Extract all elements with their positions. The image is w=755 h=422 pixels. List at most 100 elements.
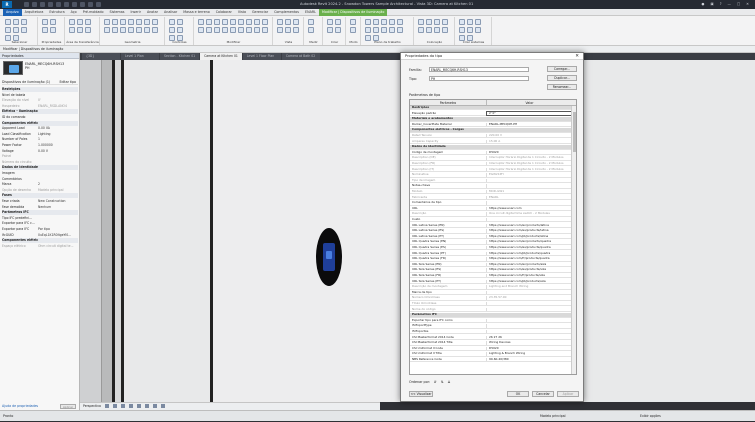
- parameter-row[interactable]: URL Siza Series (EN) https://www.enarl.co…: [410, 262, 572, 268]
- cart-icon[interactable]: ▣: [711, 2, 714, 6]
- property-section[interactable]: Elétrica - Iluminação: [2, 109, 78, 115]
- type-select[interactable]: PH: [429, 76, 529, 81]
- property-section[interactable]: Dados de identidade: [2, 165, 78, 171]
- tool-icon[interactable]: [293, 27, 299, 33]
- ribbon-tab[interactable]: Sistemas: [107, 9, 128, 16]
- property-row[interactable]: Número do circuito: [2, 160, 78, 165]
- ribbon-tab[interactable]: Estrutura: [46, 9, 67, 16]
- parameter-value[interactable]: https://www.enarl.com/en/products/siza: [487, 263, 572, 266]
- view-tab[interactable]: {3D}: [82, 53, 120, 60]
- parameter-row[interactable]: NBS Reference Code 90-60-20/380: [410, 358, 572, 363]
- tool-icon[interactable]: [277, 19, 283, 25]
- parameter-value[interactable]: One circuit digital time switch - 2 Modu…: [487, 212, 572, 215]
- parameter-group[interactable]: Dados de identidade: [410, 145, 572, 150]
- tool-icon[interactable]: [397, 19, 403, 25]
- parameter-row[interactable]: URL Latina Series (EN) https://www.enarl.…: [410, 223, 572, 229]
- open-icon[interactable]: [24, 2, 29, 7]
- tool-icon[interactable]: [13, 27, 19, 33]
- tool-icon[interactable]: [277, 27, 283, 33]
- property-value[interactable]: ENARL_RSDLANO4: [38, 104, 76, 109]
- parameter-value[interactable]: https://www.enarl.com/pt/products/latina: [487, 235, 572, 238]
- parameter-row[interactable]: URL Siza Series (ES) https://www.enarl.co…: [410, 268, 572, 273]
- properties-help-link[interactable]: Ajuda de propriedades: [2, 404, 38, 408]
- parameter-value[interactable]: Wiring Devices: [487, 341, 572, 344]
- parameter-value[interactable]: EGW21PH: [487, 173, 572, 176]
- property-value[interactable]: 0': [38, 98, 76, 103]
- tool-icon[interactable]: [254, 27, 260, 33]
- property-value[interactable]: [38, 87, 76, 92]
- tool-icon[interactable]: [335, 19, 341, 25]
- ribbon-tab[interactable]: Anotar: [144, 9, 161, 16]
- minimize-icon[interactable]: —: [728, 2, 731, 6]
- property-row[interactable]: Fase criada New Construction: [2, 199, 78, 204]
- parameter-row[interactable]: Descrição de montagem Lighting and Branch…: [410, 285, 572, 290]
- parameter-group[interactable]: Componentes elétricos - Cargas: [410, 128, 572, 133]
- parameter-value[interactable]: 15.00 A: [487, 140, 572, 143]
- rename-button[interactable]: Renomear...: [547, 84, 577, 90]
- parameter-row[interactable]: IfcExportAs: [410, 330, 572, 335]
- property-row[interactable]: Exportar para IFC Por tipo: [2, 227, 78, 232]
- property-row[interactable]: Nível de tabela: [2, 93, 78, 98]
- property-row[interactable]: Espaço elétrico Ohm circuit digital te...: [2, 244, 78, 249]
- save-icon[interactable]: [32, 2, 37, 7]
- parameter-row[interactable]: Nominative EGW21PH: [410, 173, 572, 178]
- ribbon-tab[interactable]: Gerenciar: [249, 9, 271, 16]
- tool-icon[interactable]: [104, 19, 110, 25]
- property-row[interactable]: Load Classification Lighting: [2, 132, 78, 137]
- section-icon[interactable]: [96, 2, 101, 7]
- undo-icon[interactable]: [40, 2, 45, 7]
- ribbon-tab[interactable]: Analisar: [161, 9, 180, 16]
- tool-icon[interactable]: [85, 19, 91, 25]
- property-value[interactable]: Ohm circuit digital te...: [38, 244, 76, 249]
- parameter-value[interactable]: Interruptor Horário Digital de 1 Circuit…: [487, 156, 572, 159]
- ribbon-tab[interactable]: Aço: [68, 9, 80, 16]
- property-row[interactable]: Number of Poles 1: [2, 137, 78, 142]
- parameter-value[interactable]: https://www.enarl.com/en/products/latina: [487, 224, 572, 227]
- parameter-row[interactable]: Fabricante ENARL: [410, 195, 572, 201]
- parameter-value[interactable]: 2' 0": [486, 110, 573, 117]
- tool-icon[interactable]: [152, 19, 158, 25]
- ok-button[interactable]: OK: [507, 391, 529, 397]
- parameter-row[interactable]: Código de montagem D5020: [410, 150, 572, 156]
- tool-icon[interactable]: [418, 27, 424, 33]
- property-value[interactable]: 1.000000: [38, 143, 76, 148]
- tool-icon[interactable]: [389, 27, 395, 33]
- tool-icon[interactable]: [69, 27, 75, 33]
- ribbon-tab[interactable]: ENARL: [302, 9, 319, 16]
- parameter-value[interactable]: [487, 201, 572, 204]
- tool-icon[interactable]: [285, 19, 291, 25]
- parameter-value[interactable]: Interruptor Horário Digital de 1 Circuit…: [487, 162, 572, 165]
- parameter-row[interactable]: URL https://www.enarl.com: [410, 206, 572, 212]
- tool-icon[interactable]: [475, 19, 481, 25]
- close-icon[interactable]: ✕: [575, 53, 579, 60]
- tool-icon[interactable]: [77, 27, 83, 33]
- tool-icon[interactable]: [206, 19, 212, 25]
- parameter-row[interactable]: Description (IT) Interruptor Horário Digi…: [410, 167, 572, 173]
- parameter-row[interactable]: URL Latina Series (ES) https://www.enarl.…: [410, 229, 572, 234]
- tool-icon[interactable]: [373, 27, 379, 33]
- parameter-row[interactable]: IfcExportType: [410, 324, 572, 329]
- property-row[interactable]: Power Factor 1.000000: [2, 143, 78, 148]
- parameter-row[interactable]: Description (FR) Interruptor Horário Digi…: [410, 162, 572, 167]
- tool-icon[interactable]: [206, 27, 212, 33]
- parameter-value[interactable]: https://www.enarl.com/es/products/quadra: [487, 246, 572, 249]
- property-row[interactable]: Tipo IFC predefini...: [2, 216, 78, 221]
- parameter-row[interactable]: Comentários de tipo: [410, 201, 572, 206]
- tool-icon[interactable]: [42, 27, 48, 33]
- parameter-row[interactable]: CSI Uniformat II Title Lighting & Branch …: [410, 352, 572, 357]
- close-icon[interactable]: ✕: [746, 2, 749, 6]
- tool-icon[interactable]: [120, 19, 126, 25]
- parameter-row[interactable]: Tipo de imagem: [410, 178, 572, 184]
- tool-icon[interactable]: [335, 27, 341, 33]
- property-value[interactable]: [38, 115, 76, 120]
- parameter-value[interactable]: 23.35.57.00: [487, 296, 572, 299]
- preview-button[interactable]: << Visualizar: [409, 391, 433, 397]
- property-value[interactable]: [38, 160, 76, 165]
- parameter-row[interactable]: URL Quadra Series (ES) https://www.enarl.…: [410, 246, 572, 251]
- tool-icon[interactable]: [442, 19, 448, 25]
- parameter-value[interactable]: 90-60-20/380: [487, 358, 572, 361]
- property-value[interactable]: [38, 165, 76, 170]
- parameter-group[interactable]: Parâmetros IFC: [410, 313, 572, 318]
- tool-icon[interactable]: [373, 19, 379, 25]
- property-row[interactable]: Imagem: [2, 171, 78, 176]
